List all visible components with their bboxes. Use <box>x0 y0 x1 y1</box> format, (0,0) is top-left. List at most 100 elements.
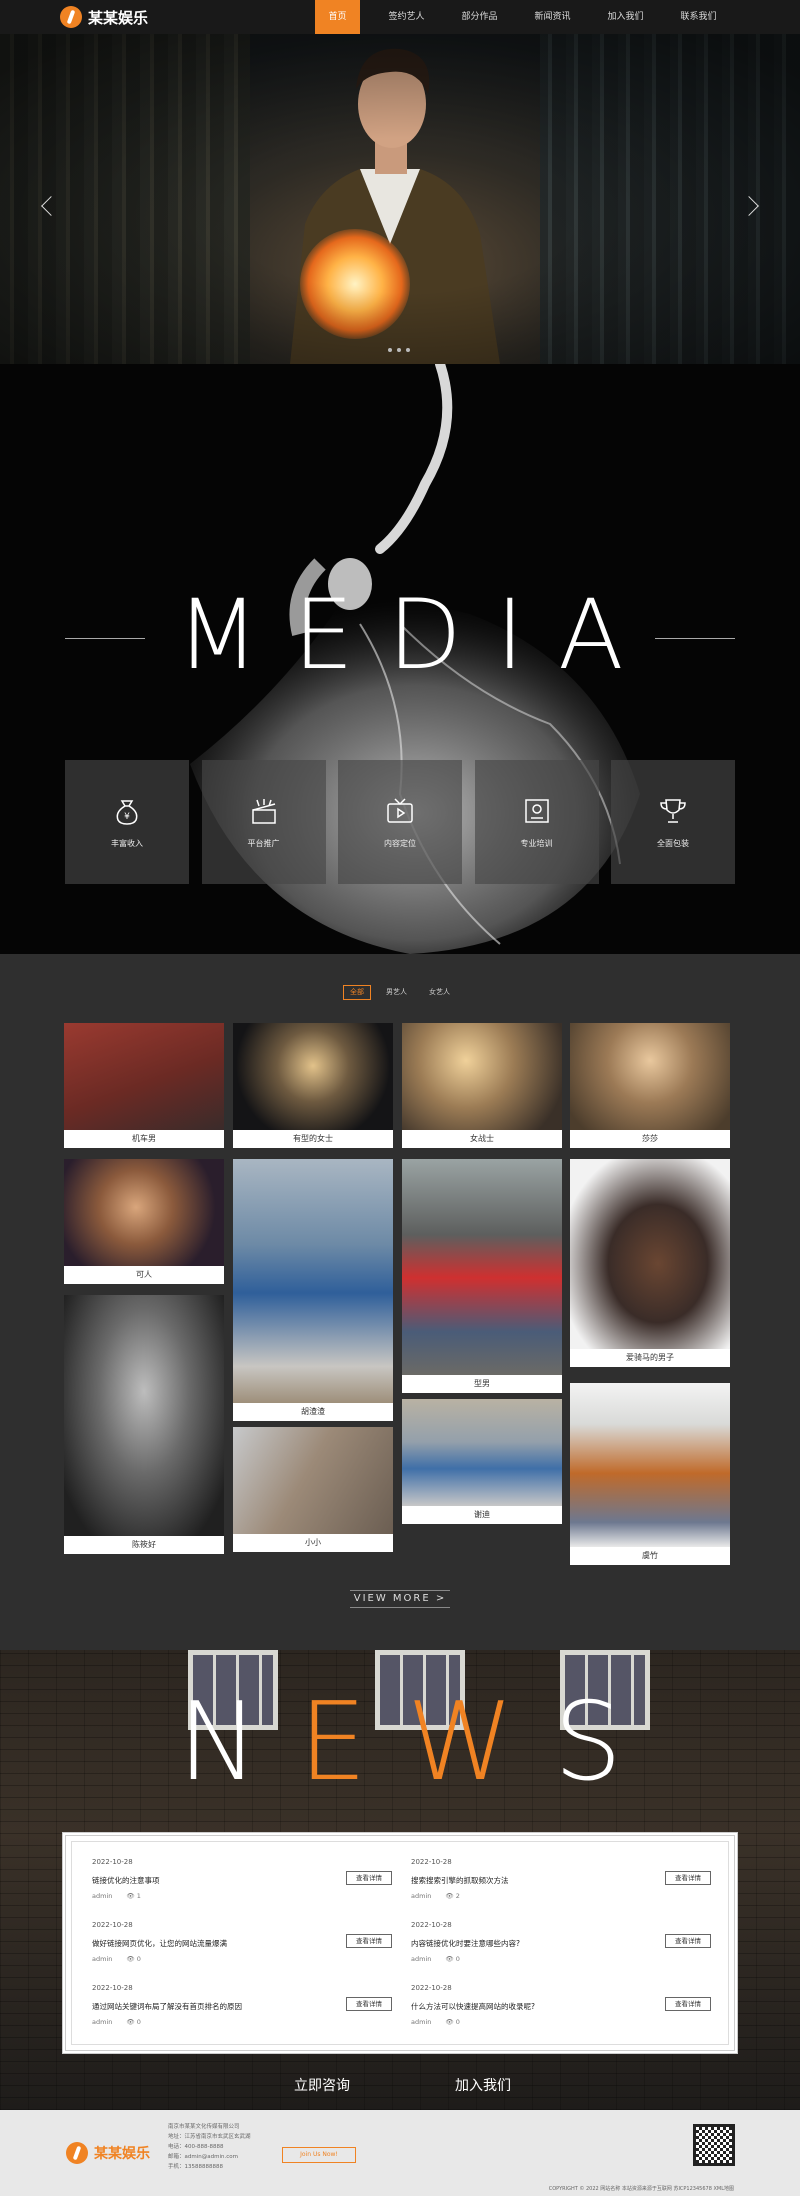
artist-name: 女战士 <box>470 1134 494 1143</box>
news-date: 2022-10-28 <box>411 1984 452 1992</box>
carousel-dot[interactable] <box>406 348 410 352</box>
filter-male[interactable]: 男艺人 <box>379 985 414 1000</box>
footer-logo-text: 某某娱乐 <box>94 2145 150 2161</box>
news-author: admin <box>92 2018 113 2026</box>
artist-card[interactable]: 虞竹 <box>570 1383 730 1565</box>
feature-training[interactable]: 专业培训 <box>474 760 599 884</box>
artist-card[interactable]: 胡渣渣 <box>233 1159 393 1421</box>
nav-item-home[interactable]: 首页 <box>315 0 360 34</box>
artist-card[interactable]: 机车男 <box>64 1023 224 1148</box>
artist-photo <box>64 1159 224 1266</box>
eye-icon: 👁 <box>126 1955 137 1963</box>
money-bag-icon: ¥ <box>116 799 138 825</box>
artists-section: 全部 男艺人 女艺人 机车男 可人 陈筱好 有型的女士 胡渣渣 小小 女战士 型… <box>0 954 800 1650</box>
artist-name: 型男 <box>474 1379 490 1388</box>
artist-card[interactable]: 爱骑马的男子 <box>570 1159 730 1367</box>
join-us-link[interactable]: 加入我们 <box>455 2075 511 2095</box>
artist-photo <box>233 1023 393 1130</box>
artist-name: 有型的女士 <box>293 1134 333 1143</box>
news-detail-button[interactable]: 查看详情 <box>665 1871 711 1885</box>
footer-mobile: 手机：13588888888 <box>168 2164 223 2170</box>
nav-item-artists[interactable]: 签约艺人 <box>370 0 443 34</box>
footer-email: 邮箱：admin@admin.com <box>168 2154 238 2160</box>
news-detail-button[interactable]: 查看详情 <box>346 1871 392 1885</box>
news-views-count: 1 <box>136 1892 141 1900</box>
artist-name: 爱骑马的男子 <box>626 1353 674 1362</box>
artist-name: 虞竹 <box>642 1551 658 1560</box>
logo-text: 某某娱乐 <box>88 9 149 27</box>
news-views-count: 0 <box>136 1955 141 1963</box>
artist-card[interactable]: 谢迪 <box>402 1399 562 1524</box>
nav-menu: 首页 签约艺人 部分作品 新闻资讯 加入我们 联系我们 <box>315 0 735 34</box>
artist-name: 谢迪 <box>474 1510 490 1519</box>
artist-name: 机车男 <box>132 1134 156 1143</box>
news-headline[interactable]: 做好链接网页优化，让您的网站流量爆满 <box>92 1938 322 1949</box>
qr-code-icon <box>693 2124 735 2166</box>
news-title-letter: W <box>406 1680 554 1805</box>
artist-card[interactable]: 可人 <box>64 1159 224 1284</box>
artist-photo <box>402 1023 562 1130</box>
news-item[interactable]: 2022-10-28 做好链接网页优化，让您的网站流量爆满 admin 👁 0 查… <box>92 1921 392 1973</box>
footer-logo[interactable]: 某某娱乐 <box>66 2142 150 2164</box>
carousel-dots <box>388 348 410 352</box>
news-views: 👁 0 <box>126 1955 140 1963</box>
news-date: 2022-10-28 <box>92 1921 133 1929</box>
filter-female[interactable]: 女艺人 <box>422 985 457 1000</box>
news-headline[interactable]: 搜索搜索引擎的抓取频次方法 <box>411 1875 641 1886</box>
news-author: admin <box>92 1892 113 1900</box>
nav-item-contact[interactable]: 联系我们 <box>662 0 735 34</box>
feature-label: 内容定位 <box>384 838 416 848</box>
news-detail-button[interactable]: 查看详情 <box>346 1934 392 1948</box>
feature-row: ¥ 丰富收入 平台推广 内容定位 专业培训 全面包装 <box>65 760 735 884</box>
news-headline[interactable]: 什么方法可以快速提高网站的收录呢? <box>411 2001 641 2012</box>
artist-card[interactable]: 莎莎 <box>570 1023 730 1148</box>
artist-name: 小小 <box>305 1538 321 1547</box>
artist-card[interactable]: 女战士 <box>402 1023 562 1148</box>
certificate-icon <box>524 798 549 823</box>
trophy-icon <box>660 798 686 823</box>
eye-icon: 👁 <box>126 1892 137 1900</box>
news-views: 👁 0 <box>126 2018 140 2026</box>
news-detail-button[interactable]: 查看详情 <box>665 1934 711 1948</box>
news-headline[interactable]: 内容链接优化时要注意哪些内容? <box>411 1938 641 1949</box>
news-item[interactable]: 2022-10-28 内容链接优化时要注意哪些内容? admin 👁 0 查看详情 <box>411 1921 711 1973</box>
view-more-button[interactable]: VIEW MORE > <box>350 1590 450 1608</box>
artist-photo <box>570 1383 730 1547</box>
news-item[interactable]: 2022-10-28 通过网站关键词布局了解没有首页排名的原因 admin 👁 0… <box>92 1984 392 2036</box>
news-title-letter: E <box>298 1680 407 1805</box>
join-us-now-button[interactable]: Join Us Now! <box>282 2147 356 2163</box>
feature-packaging[interactable]: 全面包装 <box>611 760 735 884</box>
site-logo[interactable]: 某某娱乐 <box>60 6 148 28</box>
news-date: 2022-10-28 <box>411 1921 452 1929</box>
news-title-letter: N <box>177 1680 299 1805</box>
nav-item-works[interactable]: 部分作品 <box>443 0 516 34</box>
artist-card[interactable]: 有型的女士 <box>233 1023 393 1148</box>
page: 某某娱乐 首页 签约艺人 部分作品 新闻资讯 加入我们 联系我们 MEDIA ¥… <box>0 0 800 2196</box>
feature-income[interactable]: ¥ 丰富收入 <box>65 760 189 884</box>
eye-icon: 👁 <box>445 2018 456 2026</box>
filter-all[interactable]: 全部 <box>343 985 371 1000</box>
news-headline[interactable]: 链接优化的注意事项 <box>92 1875 322 1886</box>
news-meta: admin 👁 2 <box>411 1892 460 1900</box>
artist-photo <box>233 1159 393 1403</box>
artist-photo <box>402 1159 562 1375</box>
artist-photo <box>64 1023 224 1130</box>
nav-item-join[interactable]: 加入我们 <box>589 0 662 34</box>
consult-now-link[interactable]: 立即咨询 <box>294 2075 350 2095</box>
news-item[interactable]: 2022-10-28 什么方法可以快速提高网站的收录呢? admin 👁 0 查看… <box>411 1984 711 2036</box>
svg-text:¥: ¥ <box>124 812 130 822</box>
news-detail-button[interactable]: 查看详情 <box>346 1997 392 2011</box>
news-detail-button[interactable]: 查看详情 <box>665 1997 711 2011</box>
feature-promotion[interactable]: 平台推广 <box>201 760 326 884</box>
carousel-dot[interactable] <box>388 348 392 352</box>
feature-positioning[interactable]: 内容定位 <box>338 760 462 884</box>
artist-card[interactable]: 小小 <box>233 1427 393 1552</box>
nav-item-news[interactable]: 新闻资讯 <box>516 0 589 34</box>
artist-card[interactable]: 型男 <box>402 1159 562 1393</box>
carousel-dot[interactable] <box>397 348 401 352</box>
news-item[interactable]: 2022-10-28 搜索搜索引擎的抓取频次方法 admin 👁 2 查看详情 <box>411 1858 711 1910</box>
news-headline[interactable]: 通过网站关键词布局了解没有首页排名的原因 <box>92 2001 322 2012</box>
footer-address: 地址：江苏省南京市玄武区玄武湖 <box>168 2134 251 2140</box>
artist-card[interactable]: 陈筱好 <box>64 1295 224 1554</box>
news-item[interactable]: 2022-10-28 链接优化的注意事项 admin 👁 1 查看详情 <box>92 1858 392 1910</box>
